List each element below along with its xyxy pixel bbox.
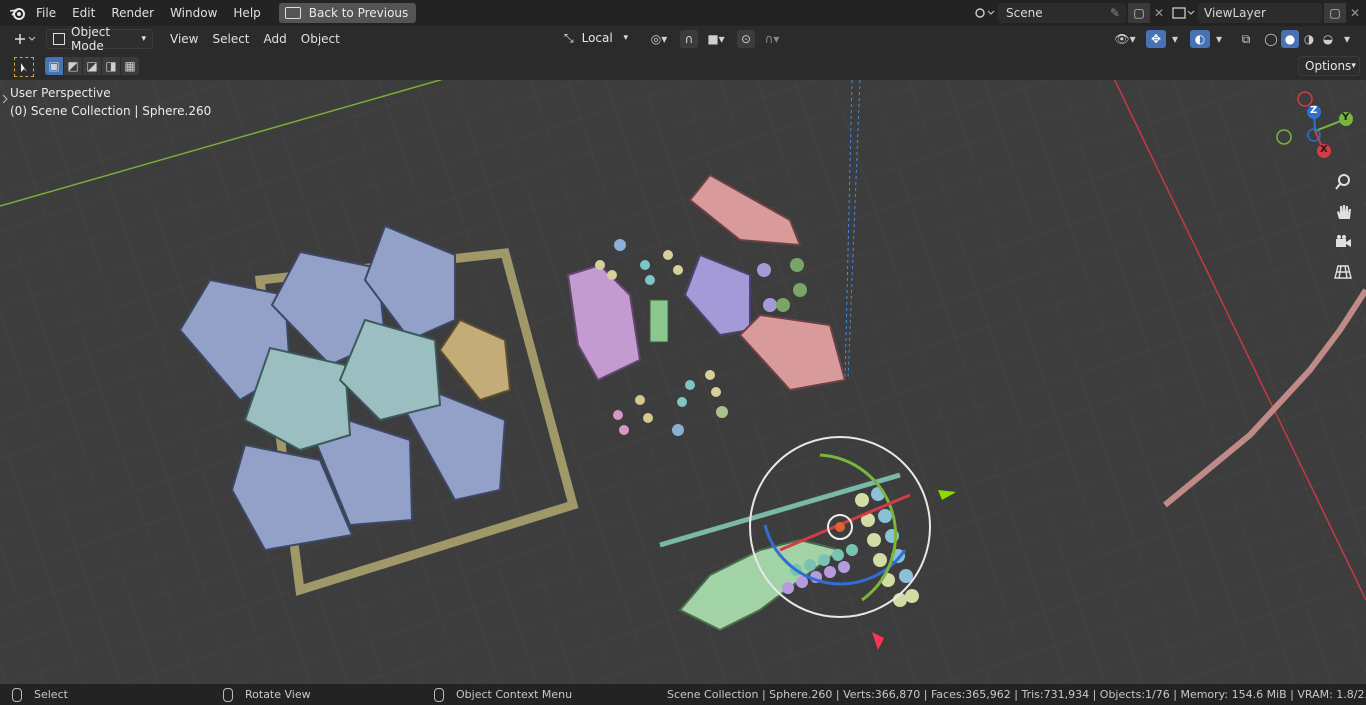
- options-label: Options: [1305, 59, 1352, 73]
- menu-help[interactable]: Help: [225, 0, 268, 26]
- gizmo-icon[interactable]: ✥: [1146, 30, 1166, 48]
- perspective-label: User Perspective: [10, 86, 111, 100]
- zoom-icon[interactable]: [1331, 170, 1355, 194]
- shading-dropdown-icon[interactable]: ▾: [1340, 30, 1354, 48]
- main-menu: File Edit Render Window Help: [28, 0, 269, 26]
- scene-selector: Scene ✎ ▢ ✕: [970, 3, 1168, 23]
- select-mode-invert-icon[interactable]: ◨: [102, 57, 120, 75]
- pan-hand-icon[interactable]: [1331, 200, 1355, 224]
- status-select: Select: [34, 688, 68, 701]
- select-mode-new-icon[interactable]: ▣: [45, 57, 63, 75]
- menu-edit[interactable]: Edit: [64, 0, 103, 26]
- editor-type-icon[interactable]: [10, 32, 40, 46]
- status-rotate: Rotate View: [245, 688, 311, 701]
- gizmo-z-label: Z: [1310, 105, 1318, 116]
- gizmo-dropdown-icon[interactable]: ▾: [1168, 30, 1182, 48]
- back-to-previous-button[interactable]: Back to Previous: [278, 3, 417, 23]
- status-bar: Select Rotate View Object Context Menu S…: [0, 684, 1366, 705]
- menu-add[interactable]: Add: [257, 26, 294, 52]
- status-context: Object Context Menu: [456, 688, 573, 701]
- scene-statistics: Scene Collection | Sphere.260 | Verts:36…: [667, 688, 1366, 701]
- menu-select[interactable]: Select: [205, 26, 256, 52]
- blender-logo-icon[interactable]: [8, 0, 28, 26]
- mouse-right-icon: [434, 687, 456, 702]
- menu-window[interactable]: Window: [162, 0, 225, 26]
- snap-target-icon[interactable]: ■▾: [702, 30, 730, 48]
- scene-name-field[interactable]: Scene ✎: [998, 3, 1126, 23]
- menu-object[interactable]: Object: [294, 26, 347, 52]
- xray-icon[interactable]: ⧉: [1236, 30, 1256, 48]
- camera-icon[interactable]: [1331, 230, 1355, 254]
- snap-icon[interactable]: ∩: [680, 30, 698, 48]
- shading-rendered-icon[interactable]: ◒: [1319, 30, 1337, 48]
- top-bar: File Edit Render Window Help Back to Pre…: [0, 0, 1366, 26]
- shading-material-icon[interactable]: ◑: [1300, 30, 1318, 48]
- menu-render[interactable]: Render: [103, 0, 162, 26]
- select-box-tool-icon[interactable]: [14, 57, 34, 77]
- select-mode-subtract-icon[interactable]: ◪: [83, 57, 101, 75]
- object-mode-icon: [53, 33, 65, 45]
- view-layer-browse-icon[interactable]: [1168, 6, 1198, 20]
- grid-perspective-icon[interactable]: [1331, 260, 1355, 284]
- navigation-gizmo[interactable]: [1276, 88, 1356, 178]
- chevron-down-icon: ▾: [623, 33, 628, 43]
- active-object-label: (0) Scene Collection | Sphere.260: [10, 104, 212, 118]
- orientation-label: Local: [581, 31, 613, 45]
- transform-orientation-dropdown[interactable]: ⤡ Local ▾: [558, 29, 634, 47]
- select-mode-extend-icon[interactable]: ◩: [64, 57, 82, 75]
- chevron-down-icon: ▾: [1351, 61, 1356, 71]
- tool-settings-bar: ▣ ◩ ◪ ◨ ▦ Options ▾: [0, 52, 1366, 80]
- menu-file[interactable]: File: [28, 0, 64, 26]
- shading-wireframe-icon[interactable]: ◯: [1262, 30, 1280, 48]
- 3d-viewport[interactable]: User Perspective (0) Scene Collection | …: [0, 80, 1366, 684]
- chevron-down-icon: ▾: [141, 34, 146, 44]
- shading-solid-icon[interactable]: ●: [1281, 30, 1299, 48]
- object-mode-label: Object Mode: [71, 25, 111, 53]
- gizmo-y-label: Y: [1342, 112, 1350, 123]
- new-scene-icon[interactable]: ▢: [1128, 3, 1150, 23]
- delete-view-layer-icon[interactable]: ✕: [1346, 6, 1364, 20]
- mouse-left-icon: [12, 687, 34, 702]
- pivot-icon[interactable]: ◎▾: [645, 30, 673, 48]
- transform-orientation-icon: ⤡: [564, 30, 574, 45]
- scene-browse-icon[interactable]: [970, 6, 998, 20]
- view-layer-selector: ViewLayer ▢ ✕: [1168, 3, 1364, 23]
- visibility-icon[interactable]: 👁▾: [1110, 30, 1140, 48]
- viewport-scene: [0, 80, 1366, 684]
- proportional-edit-icon[interactable]: ⊙: [737, 30, 755, 48]
- new-view-layer-icon[interactable]: ▢: [1324, 3, 1346, 23]
- view-layer-name-field[interactable]: ViewLayer: [1198, 3, 1322, 23]
- scene-name: Scene: [1006, 6, 1043, 20]
- overlay-dropdown-icon[interactable]: ▾: [1212, 30, 1226, 48]
- select-mode-intersect-icon[interactable]: ▦: [121, 57, 139, 75]
- pin-icon[interactable]: ✎: [1110, 6, 1120, 20]
- delete-scene-icon[interactable]: ✕: [1150, 6, 1168, 20]
- mouse-middle-icon: [223, 687, 245, 702]
- menu-view[interactable]: View: [163, 26, 205, 52]
- falloff-icon[interactable]: ∩▾: [758, 30, 786, 48]
- options-dropdown[interactable]: Options ▾: [1298, 56, 1360, 76]
- gizmo-x-label: X: [1320, 144, 1328, 155]
- view-layer-name: ViewLayer: [1204, 6, 1266, 20]
- overlay-icon[interactable]: ◐: [1190, 30, 1210, 48]
- object-mode-dropdown[interactable]: Object Mode ▾: [46, 25, 153, 53]
- back-icon: [284, 7, 301, 19]
- viewport-header: Object Mode ▾ View Select Add Object ⤡ L…: [0, 25, 1366, 53]
- back-to-previous-label: Back to Previous: [308, 6, 409, 20]
